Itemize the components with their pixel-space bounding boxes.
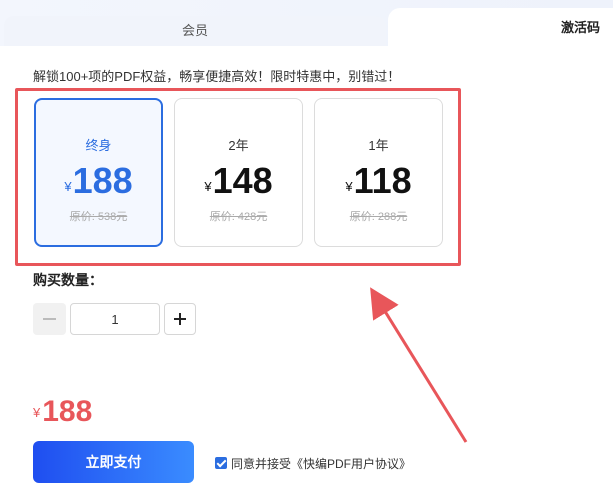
tab-bar: 会员 激活码 <box>0 0 613 48</box>
quantity-input[interactable] <box>70 303 160 335</box>
total-amount: 188 <box>42 395 93 428</box>
promo-text: 解锁100+项的PDF权益，畅享便捷高效！限时特惠中，别错过！ <box>33 69 401 84</box>
tab-member[interactable]: 会员 <box>4 16 386 46</box>
annotation-highlight-box <box>15 88 461 266</box>
agreement-text[interactable]: 同意并接受《快编PDF用户协议》 <box>231 455 411 472</box>
agreement-checkbox[interactable] <box>215 457 227 469</box>
quantity-increase-button[interactable] <box>164 303 196 335</box>
quantity-decrease-button[interactable] <box>33 303 66 335</box>
currency-symbol: ¥ <box>33 405 41 420</box>
pay-now-button[interactable]: 立即支付 <box>33 441 194 483</box>
total-price: ¥188 <box>33 392 92 433</box>
tab-activation-code[interactable]: 激活码 <box>388 8 613 48</box>
quantity-label: 购买数量： <box>33 272 103 288</box>
